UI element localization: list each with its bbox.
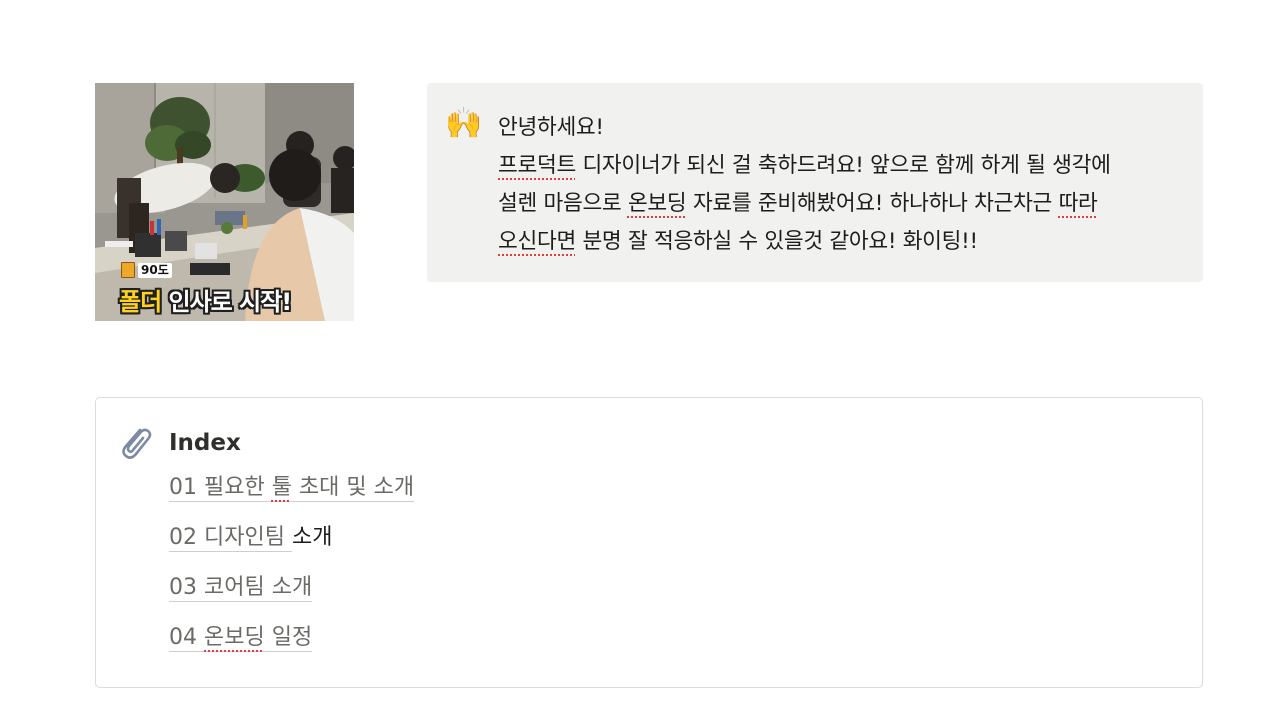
photo-caption: 폴더 인사로 시작! <box>119 282 293 317</box>
index-link-1-text-a: 01 필요한 <box>169 475 272 500</box>
index-link-3[interactable]: 03 코어팀 소개 <box>169 575 313 602</box>
index-link-1[interactable]: 01 필요한 툴 초대 및 소개 <box>169 475 415 502</box>
photo-caption-rest: 인사로 시작! <box>161 288 293 316</box>
index-callout: Index 01 필요한 툴 초대 및 소개 02 디자인팀 소개 03 코어팀… <box>95 397 1203 688</box>
index-link-4[interactable]: 04 온보딩 일정 <box>169 625 313 652</box>
index-list: 01 필요한 툴 초대 및 소개 02 디자인팀 소개 03 코어팀 소개 04… <box>169 469 415 669</box>
callout-line-1: 프로덕트 디자이너가 되신 걸 축하드려요! 앞으로 함께 하게 될 생각에 <box>498 147 1188 185</box>
index-item-4: 04 온보딩 일정 <box>169 619 414 669</box>
callout-line-2-a: 설렌 마음으로 <box>498 191 628 216</box>
index-link-2[interactable]: 02 디자인팀 <box>169 525 292 552</box>
callout-line-3: 오신다면 분명 잘 적응하실 수 있을것 같아요! 화이팅!! <box>498 223 1188 261</box>
index-link-4-text-b: 일정 <box>264 625 313 650</box>
callout-word-follow: 따라 <box>1058 191 1098 216</box>
book-icon <box>121 262 135 278</box>
index-link-1-word: 툴 <box>271 475 292 500</box>
raising-hands-icon[interactable]: 🙌 <box>444 106 484 146</box>
callout-line-2-b: 자료를 준비해봤어요! 하나하나 차근차근 <box>686 191 1059 216</box>
callout-word-onboarding: 온보딩 <box>627 191 687 216</box>
callout-word-come: 오신다면 <box>498 229 576 254</box>
index-item-1: 01 필요한 툴 초대 및 소개 <box>169 469 415 519</box>
index-link-3-text: 03 코어팀 소개 <box>169 575 313 600</box>
index-title: Index <box>169 430 241 456</box>
callout-text[interactable]: 안녕하세요! 프로덕트 디자이너가 되신 걸 축하드려요! 앞으로 함께 하게 … <box>498 109 1188 261</box>
page: 90도 폴더 인사로 시작! 🙌 안녕하세요! 프로덕트 디자이너가 되신 걸 … <box>0 0 1280 715</box>
callout-line-2: 설렌 마음으로 온보딩 자료를 준비해봤어요! 하나하나 차근차근 따라 <box>498 185 1188 223</box>
index-link-4-text-a: 04 <box>169 625 204 650</box>
photo-badge-text: 90도 <box>138 262 172 278</box>
index-link-2-text: 02 디자인팀 <box>169 525 292 550</box>
index-link-4-word: 온보딩 <box>204 625 265 650</box>
callout-line-3-rest: 분명 잘 적응하실 수 있을것 같아요! 화이팅!! <box>575 229 978 254</box>
photo-badge: 90도 <box>121 262 172 278</box>
index-item-3: 03 코어팀 소개 <box>169 569 414 619</box>
index-link-1-text-b: 초대 및 소개 <box>291 475 415 500</box>
paperclip-icon[interactable] <box>116 424 154 462</box>
callout-word-product: 프로덕트 <box>498 153 576 178</box>
welcome-callout: 🙌 안녕하세요! 프로덕트 디자이너가 되신 걸 축하드려요! 앞으로 함께 하… <box>427 83 1203 282</box>
index-item-2: 02 디자인팀 소개 <box>169 519 414 569</box>
index-item-2-rest: 소개 <box>291 525 333 550</box>
office-greeting-photo[interactable]: 90도 폴더 인사로 시작! <box>95 83 354 321</box>
photo-caption-highlight: 폴더 <box>119 288 162 316</box>
callout-greeting: 안녕하세요! <box>498 115 604 140</box>
callout-line-1-rest: 디자이너가 되신 걸 축하드려요! 앞으로 함께 하게 될 생각에 <box>575 153 1111 178</box>
